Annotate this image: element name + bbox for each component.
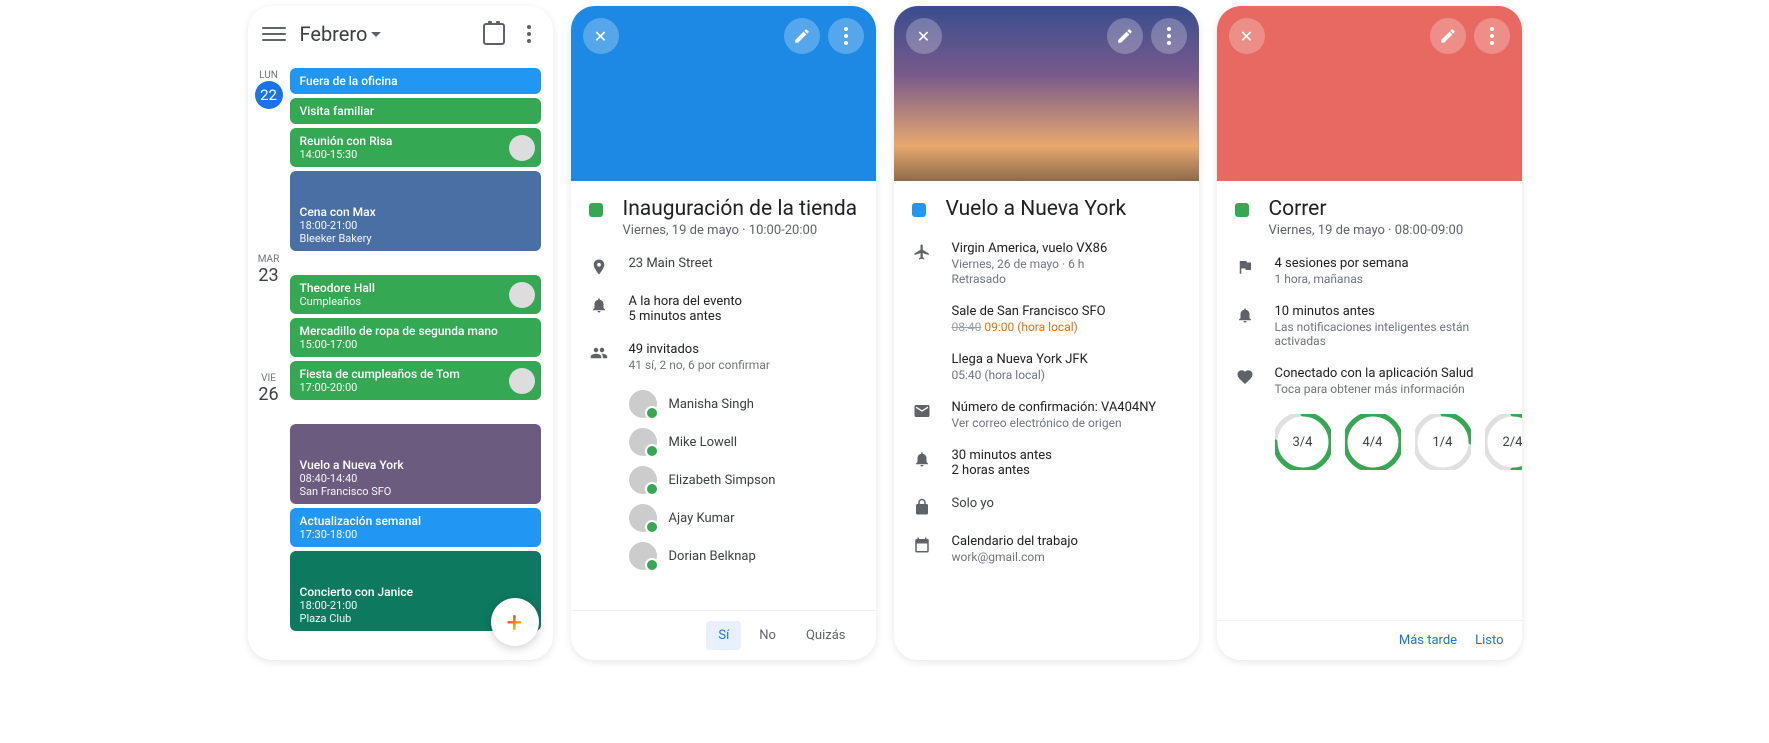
- overflow-icon[interactable]: [1151, 18, 1187, 54]
- avatar: [629, 542, 657, 570]
- avatar: [629, 466, 657, 494]
- calendar-color-icon: [589, 203, 603, 217]
- phone-event-goal: ✕ Correr Viernes, 19 de mayo · 08:00-09:0…: [1217, 6, 1522, 660]
- header: Febrero: [248, 6, 553, 62]
- rsvp-no[interactable]: No: [747, 621, 788, 650]
- mail-icon: [913, 402, 931, 420]
- calendar-color-icon: [912, 203, 926, 217]
- bell-icon: [913, 450, 931, 468]
- close-icon[interactable]: ✕: [1229, 18, 1265, 54]
- event-title: Inauguración de la tienda: [623, 197, 858, 221]
- event-block[interactable]: Visita familiar: [290, 98, 541, 124]
- phone-event-store: ✕ Inauguración de la tienda Viernes, 19 d…: [571, 6, 876, 660]
- chevron-down-icon: [371, 32, 381, 37]
- guest-row[interactable]: Elizabeth Simpson: [589, 466, 858, 494]
- done-button[interactable]: Listo: [1475, 633, 1503, 648]
- menu-icon[interactable]: [262, 22, 286, 46]
- event-hero: ✕: [571, 6, 876, 181]
- progress-ring: 3/4: [1275, 414, 1331, 470]
- view-source-email[interactable]: Ver correo electrónico de origen: [952, 416, 1181, 430]
- phone-calendar-list: Febrero LUN22 MAR23 VIE26 Fuera de la ofic…: [248, 6, 553, 660]
- heart-icon: [1236, 368, 1254, 386]
- later-button[interactable]: Más tarde: [1399, 633, 1457, 648]
- guest-row[interactable]: Dorian Belknap: [589, 542, 858, 570]
- phone-event-flight: ✕ Vuelo a Nueva York Virgin America, vue…: [894, 6, 1199, 660]
- avatar: [509, 282, 535, 308]
- goal-actions: Más tarde Listo: [1217, 620, 1522, 660]
- event-hero: ✕: [894, 6, 1199, 181]
- create-fab[interactable]: +: [491, 598, 539, 646]
- location[interactable]: 23 Main Street: [629, 256, 858, 276]
- close-icon[interactable]: ✕: [583, 18, 619, 54]
- event-time: Viernes, 19 de mayo · 10:00-20:00: [623, 223, 858, 238]
- event-block[interactable]: Theodore HallCumpleaños: [290, 275, 541, 314]
- rsvp-yes[interactable]: Sí: [706, 621, 741, 650]
- event-time: Viernes, 19 de mayo · 08:00-09:00: [1269, 223, 1464, 238]
- plane-icon: [913, 243, 931, 261]
- event-title: Correr: [1269, 197, 1464, 221]
- guest-row[interactable]: Ajay Kumar: [589, 504, 858, 532]
- edit-icon[interactable]: [1430, 18, 1466, 54]
- date-header[interactable]: LUN22: [248, 70, 290, 109]
- guest-row[interactable]: Manisha Singh: [589, 390, 858, 418]
- event-block[interactable]: Fiesta de cumpleaños de Tom17:00-20:00: [290, 361, 541, 400]
- rsvp-maybe[interactable]: Quizás: [794, 621, 858, 650]
- lock-icon: [913, 498, 931, 516]
- close-icon[interactable]: ✕: [906, 18, 942, 54]
- calendar-icon: [913, 536, 931, 554]
- edit-icon[interactable]: [784, 18, 820, 54]
- rsvp-bar: Sí No Quizás: [571, 610, 876, 660]
- people-icon: [590, 344, 608, 362]
- today-icon[interactable]: [483, 23, 505, 45]
- calendar-color-icon: [1235, 203, 1249, 217]
- avatar: [509, 135, 535, 161]
- overflow-icon[interactable]: [828, 18, 864, 54]
- avatar: [509, 368, 535, 394]
- overflow-icon[interactable]: [1474, 18, 1510, 54]
- event-block[interactable]: Fuera de la oficina: [290, 68, 541, 94]
- overflow-icon[interactable]: [519, 24, 539, 44]
- avatar: [629, 428, 657, 456]
- guest-row[interactable]: Mike Lowell: [589, 428, 858, 456]
- flag-icon: [1236, 258, 1254, 276]
- month-selector[interactable]: Febrero: [300, 22, 469, 46]
- event-block[interactable]: Cena con Max18:00-21:00Bleeker Bakery: [290, 171, 541, 251]
- event-block[interactable]: Vuelo a Nueva York08:40-14:40San Francis…: [290, 424, 541, 504]
- bell-icon: [1236, 306, 1254, 324]
- progress-rings: 3/44/41/42/4: [1235, 414, 1504, 470]
- date-header[interactable]: VIE26: [248, 373, 290, 405]
- avatar: [629, 390, 657, 418]
- event-block[interactable]: Mercadillo de ropa de segunda mano15:00-…: [290, 318, 541, 357]
- location-icon: [590, 258, 608, 276]
- avatar: [629, 504, 657, 532]
- progress-ring: 1/4: [1415, 414, 1471, 470]
- event-block[interactable]: Actualización semanal17:30-18:00: [290, 508, 541, 547]
- bell-icon: [590, 296, 608, 314]
- event-title: Vuelo a Nueva York: [946, 197, 1127, 221]
- edit-icon[interactable]: [1107, 18, 1143, 54]
- event-block[interactable]: Reunión con Risa14:00-15:30: [290, 128, 541, 167]
- event-hero: ✕: [1217, 6, 1522, 181]
- schedule-body: LUN22 MAR23 VIE26 Fuera de la oficina Visit…: [248, 62, 553, 660]
- progress-ring: 2/4: [1485, 414, 1522, 470]
- progress-ring: 4/4: [1345, 414, 1401, 470]
- date-header[interactable]: MAR23: [248, 254, 290, 286]
